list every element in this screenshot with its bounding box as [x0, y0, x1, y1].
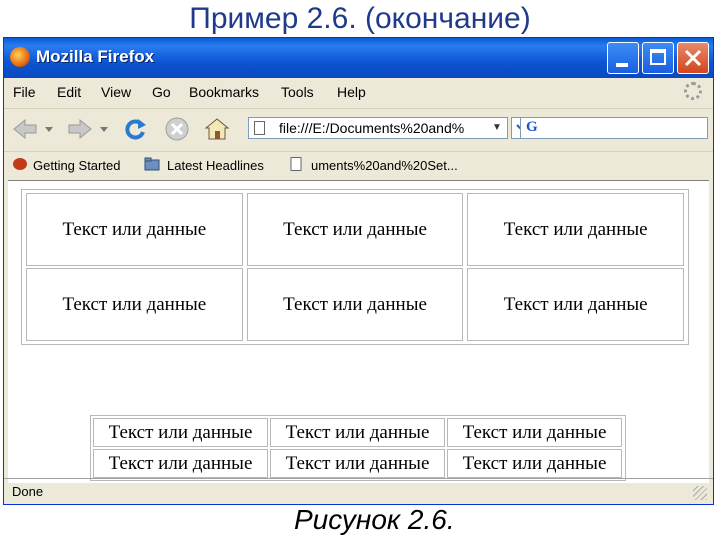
table-cell: Текст или данные — [447, 418, 622, 447]
menu-bookmarks[interactable]: Bookmarks — [189, 84, 259, 100]
menu-file[interactable]: File — [13, 84, 36, 100]
table-row: Текст или данные Текст или данные Текст … — [92, 417, 624, 448]
forward-dropdown-icon[interactable] — [98, 116, 110, 142]
search-engine-icon[interactable]: G — [526, 119, 538, 136]
status-bar: Done — [4, 478, 713, 505]
close-button[interactable] — [677, 42, 709, 74]
navigation-toolbar: file:///E:/Documents%20and% ▼ G — [4, 108, 713, 149]
home-icon[interactable] — [204, 116, 230, 142]
minimize-icon — [616, 63, 628, 67]
table-row: Текст или данные Текст или данные Текст … — [24, 267, 686, 342]
table-cell: Текст или данные — [93, 418, 268, 447]
title-bar[interactable]: Mozilla Firefox — [4, 38, 713, 78]
maximize-button[interactable] — [642, 42, 674, 74]
menu-help[interactable]: Help — [337, 84, 366, 100]
resize-grip-icon[interactable] — [693, 486, 707, 500]
menu-view[interactable]: View — [101, 84, 131, 100]
status-text: Done — [12, 484, 44, 499]
menu-go[interactable]: Go — [152, 84, 171, 100]
table-cell: Текст или данные — [467, 268, 685, 341]
table-cell: Текст или данные — [26, 268, 243, 341]
back-icon[interactable] — [12, 116, 38, 142]
minimize-button[interactable] — [607, 42, 639, 74]
rss-folder-icon — [144, 157, 160, 171]
bookmarks-toolbar: Getting Started Latest Headlines uments%… — [4, 151, 713, 178]
url-text[interactable]: file:///E:/Documents%20and% — [279, 120, 479, 136]
table-row: Текст или данные Текст или данные Текст … — [92, 448, 624, 479]
url-dropdown-icon[interactable]: ▼ — [487, 118, 507, 138]
menu-bar: File Edit View Go Bookmarks Tools Help — [4, 80, 713, 104]
maximize-icon — [650, 49, 666, 65]
search-input[interactable]: G — [520, 117, 708, 139]
reload-icon[interactable] — [122, 116, 148, 142]
firefox-logo-icon — [10, 47, 30, 67]
page-content: Текст или данные Текст или данные Текст … — [8, 180, 709, 483]
table-cell: Текст или данные — [93, 449, 268, 478]
table-row: Текст или данные Текст или данные Текст … — [24, 192, 686, 267]
close-icon — [684, 49, 702, 67]
table-cell: Текст или данные — [467, 193, 685, 266]
stop-icon[interactable] — [164, 116, 190, 142]
menu-tools[interactable]: Tools — [281, 84, 314, 100]
forward-icon[interactable] — [67, 116, 93, 142]
table-cell: Текст или данные — [246, 268, 464, 341]
page-icon — [254, 121, 265, 135]
table-cell: Текст или данные — [447, 449, 622, 478]
menu-edit[interactable]: Edit — [57, 84, 81, 100]
page-icon — [290, 157, 302, 171]
table-cell: Текст или данные — [246, 193, 464, 266]
table-bordered-compact: Текст или данные Текст или данные Текст … — [90, 415, 626, 481]
back-dropdown-icon[interactable] — [43, 116, 55, 142]
bookmark-local-page[interactable]: uments%20and%20Set... — [311, 158, 458, 173]
url-bar[interactable]: file:///E:/Documents%20and% ▼ — [248, 117, 508, 139]
figure-caption: Рисунок 2.6. — [294, 504, 455, 535]
table-cell: Текст или данные — [270, 418, 445, 447]
table-bordered-wide: Текст или данные Текст или данные Текст … — [21, 189, 689, 345]
table-cell: Текст или данные — [26, 193, 243, 266]
bookmark-latest-headlines[interactable]: Latest Headlines — [167, 158, 264, 173]
browser-window: Mozilla Firefox File Edit View Go Bookma… — [3, 37, 714, 505]
getting-started-icon — [13, 158, 27, 170]
slide-title: Пример 2.6. (окончание) — [189, 2, 531, 35]
table-cell: Текст или данные — [270, 449, 445, 478]
bookmark-getting-started[interactable]: Getting Started — [33, 158, 120, 173]
activity-throbber-icon — [684, 82, 702, 100]
window-title: Mozilla Firefox — [36, 47, 155, 66]
